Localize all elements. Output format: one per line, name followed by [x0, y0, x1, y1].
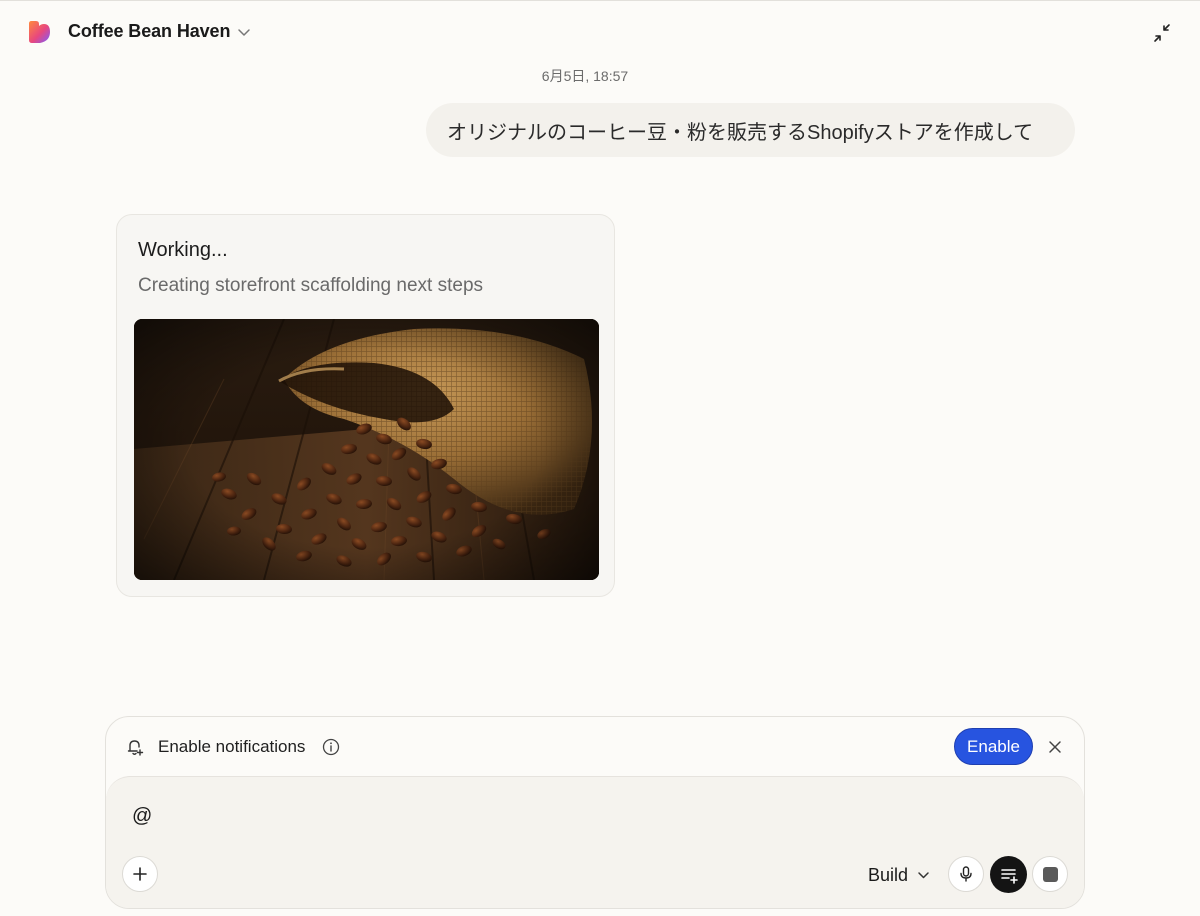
working-status-card: Working... Creating storefront scaffoldi… [116, 214, 615, 597]
status-subtitle: Creating storefront scaffolding next ste… [138, 275, 484, 296]
status-title: Working... [138, 239, 228, 261]
mode-select[interactable]: Build [868, 863, 930, 887]
user-message: オリジナルのコーヒー豆・粉を販売するShopifyストアを作成して [426, 103, 1075, 157]
close-icon[interactable] [1046, 738, 1064, 756]
queue-message-button[interactable] [990, 856, 1027, 893]
prompt-input-area: @ Build [106, 776, 1084, 908]
composer: Enable notifications Enable @ Build [105, 716, 1085, 909]
header: Coffee Bean Haven [0, 0, 1200, 64]
add-attachment-button[interactable] [122, 856, 158, 892]
stop-button[interactable] [1032, 856, 1068, 892]
microphone-button[interactable] [948, 856, 984, 892]
plus-icon [133, 867, 147, 881]
info-icon[interactable] [322, 738, 340, 756]
collapse-icon[interactable] [1150, 21, 1174, 45]
prompt-input[interactable]: @ [132, 805, 1032, 828]
bell-plus-icon [127, 740, 144, 756]
user-message-text: オリジナルのコーヒー豆・粉を販売するShopifyストアを作成して [447, 121, 1034, 144]
stop-icon [1042, 866, 1058, 882]
microphone-icon [960, 866, 972, 882]
chevron-down-icon[interactable] [237, 26, 251, 38]
notification-label: Enable notifications [158, 737, 306, 756]
project-name[interactable]: Coffee Bean Haven [68, 21, 230, 42]
brand-logo-icon [29, 21, 50, 43]
coffee-bag-image [134, 319, 599, 580]
notification-banner: Enable notifications Enable [106, 717, 1084, 777]
chevron-down-icon [918, 872, 929, 879]
mode-select-label: Build [868, 864, 909, 885]
list-add-icon [1000, 868, 1018, 884]
message-timestamp: 6月5日, 18:57 [541, 68, 629, 84]
enable-notifications-button[interactable]: Enable [954, 728, 1033, 765]
coffee-bag-illustration [134, 319, 599, 580]
